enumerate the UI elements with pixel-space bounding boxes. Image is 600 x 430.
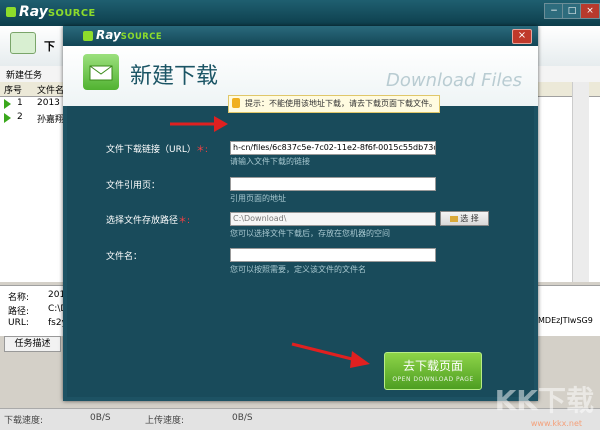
lightbulb-icon [232,98,240,108]
dialog-title: 新建下载 [130,64,219,89]
go-button-label: 去下载页面 [402,359,463,373]
close-button[interactable]: × [580,3,600,19]
col-header-filename[interactable]: 文件名 [37,83,64,96]
app-logo: RaySOURCE [6,4,96,20]
table-row[interactable]: 2 孙嘉翔 [0,111,70,125]
url-hint: 请输入文件下载的链接 [230,157,310,166]
referer-input[interactable] [230,177,436,191]
dialog-subtitle: Download Files [385,70,522,91]
row-number: 2 [17,112,23,122]
referer-label: 文件引用页： [106,181,161,191]
row-number: 1 [17,98,23,108]
go-button-sublabel: OPEN DOWNLOAD PAGE [392,376,474,383]
folder-icon [450,215,459,222]
upload-speed-label: 上传速度: [145,416,185,426]
referer-hint: 引用页面的地址 [230,194,286,203]
annotation-arrow-icon [170,116,228,132]
warning-tip: 提示：不能使用该地址下载，请去下载页面下载文件。 [228,95,440,113]
dialog-logo: RaySOURCE [83,28,162,42]
tab-task-description[interactable]: 任务描述 [4,336,61,352]
download-tab-icon[interactable] [10,32,36,54]
play-icon [4,113,11,123]
list-scrollbar[interactable] [572,82,589,282]
download-tab-label[interactable]: 下 [44,38,55,54]
detail-name-label: 名称: [8,293,30,303]
filename-input[interactable] [230,248,436,262]
dialog-titlebar[interactable]: RaySOURCE × [63,26,538,46]
save-path-label: 选择文件存放路径＊: [106,216,191,226]
tip-text: 提示：不能使用该地址下载，请去下载页面下载文件。 [245,99,437,108]
detail-path-label: 路径: [8,307,30,317]
minimize-button[interactable]: − [544,3,564,19]
url-input[interactable]: h-cn/files/6c837c5e-7c02-11e2-8f6f-0015c… [230,141,436,155]
url-label: 文件下载链接（URL）＊: [106,145,208,155]
watermark-url: www.kkx.net [530,419,582,428]
detail-url-overflow: MDEzJTIwSG9 [538,316,593,325]
play-icon [4,99,11,109]
maximize-button[interactable]: □ [562,3,582,19]
detail-url-label: URL: [8,318,29,328]
new-task-menu[interactable]: 新建任务 [6,68,42,81]
annotation-arrow-icon [291,342,370,368]
row-name: 孙嘉翔 [37,115,65,125]
col-header-number[interactable]: 序号 [4,83,22,96]
filename-hint: 您可以按照需要，定义该文件的文件名 [230,265,366,274]
download-speed-value: 0B/S [90,413,111,423]
save-path-input[interactable]: C:\Download\ [230,212,436,226]
browse-button[interactable]: 选 择 [440,211,489,226]
download-speed-label: 下载速度: [4,416,44,426]
watermark-logo: KK下载 [494,384,594,417]
logo-mark-icon [6,7,16,17]
save-path-hint: 您可以选择文件下载后，存放在您机器的空间 [230,229,390,238]
dialog-close-button[interactable]: × [512,29,532,44]
filename-label: 文件名： [106,252,143,262]
upload-speed-value: 0B/S [232,413,253,423]
open-download-page-button[interactable]: 去下载页面 OPEN DOWNLOAD PAGE [384,352,482,390]
logo-mark-icon [83,30,93,41]
download-envelope-icon [83,54,119,90]
table-row[interactable]: 1 2013 H [0,97,70,111]
main-titlebar: RaySOURCE − □ × [0,0,600,26]
